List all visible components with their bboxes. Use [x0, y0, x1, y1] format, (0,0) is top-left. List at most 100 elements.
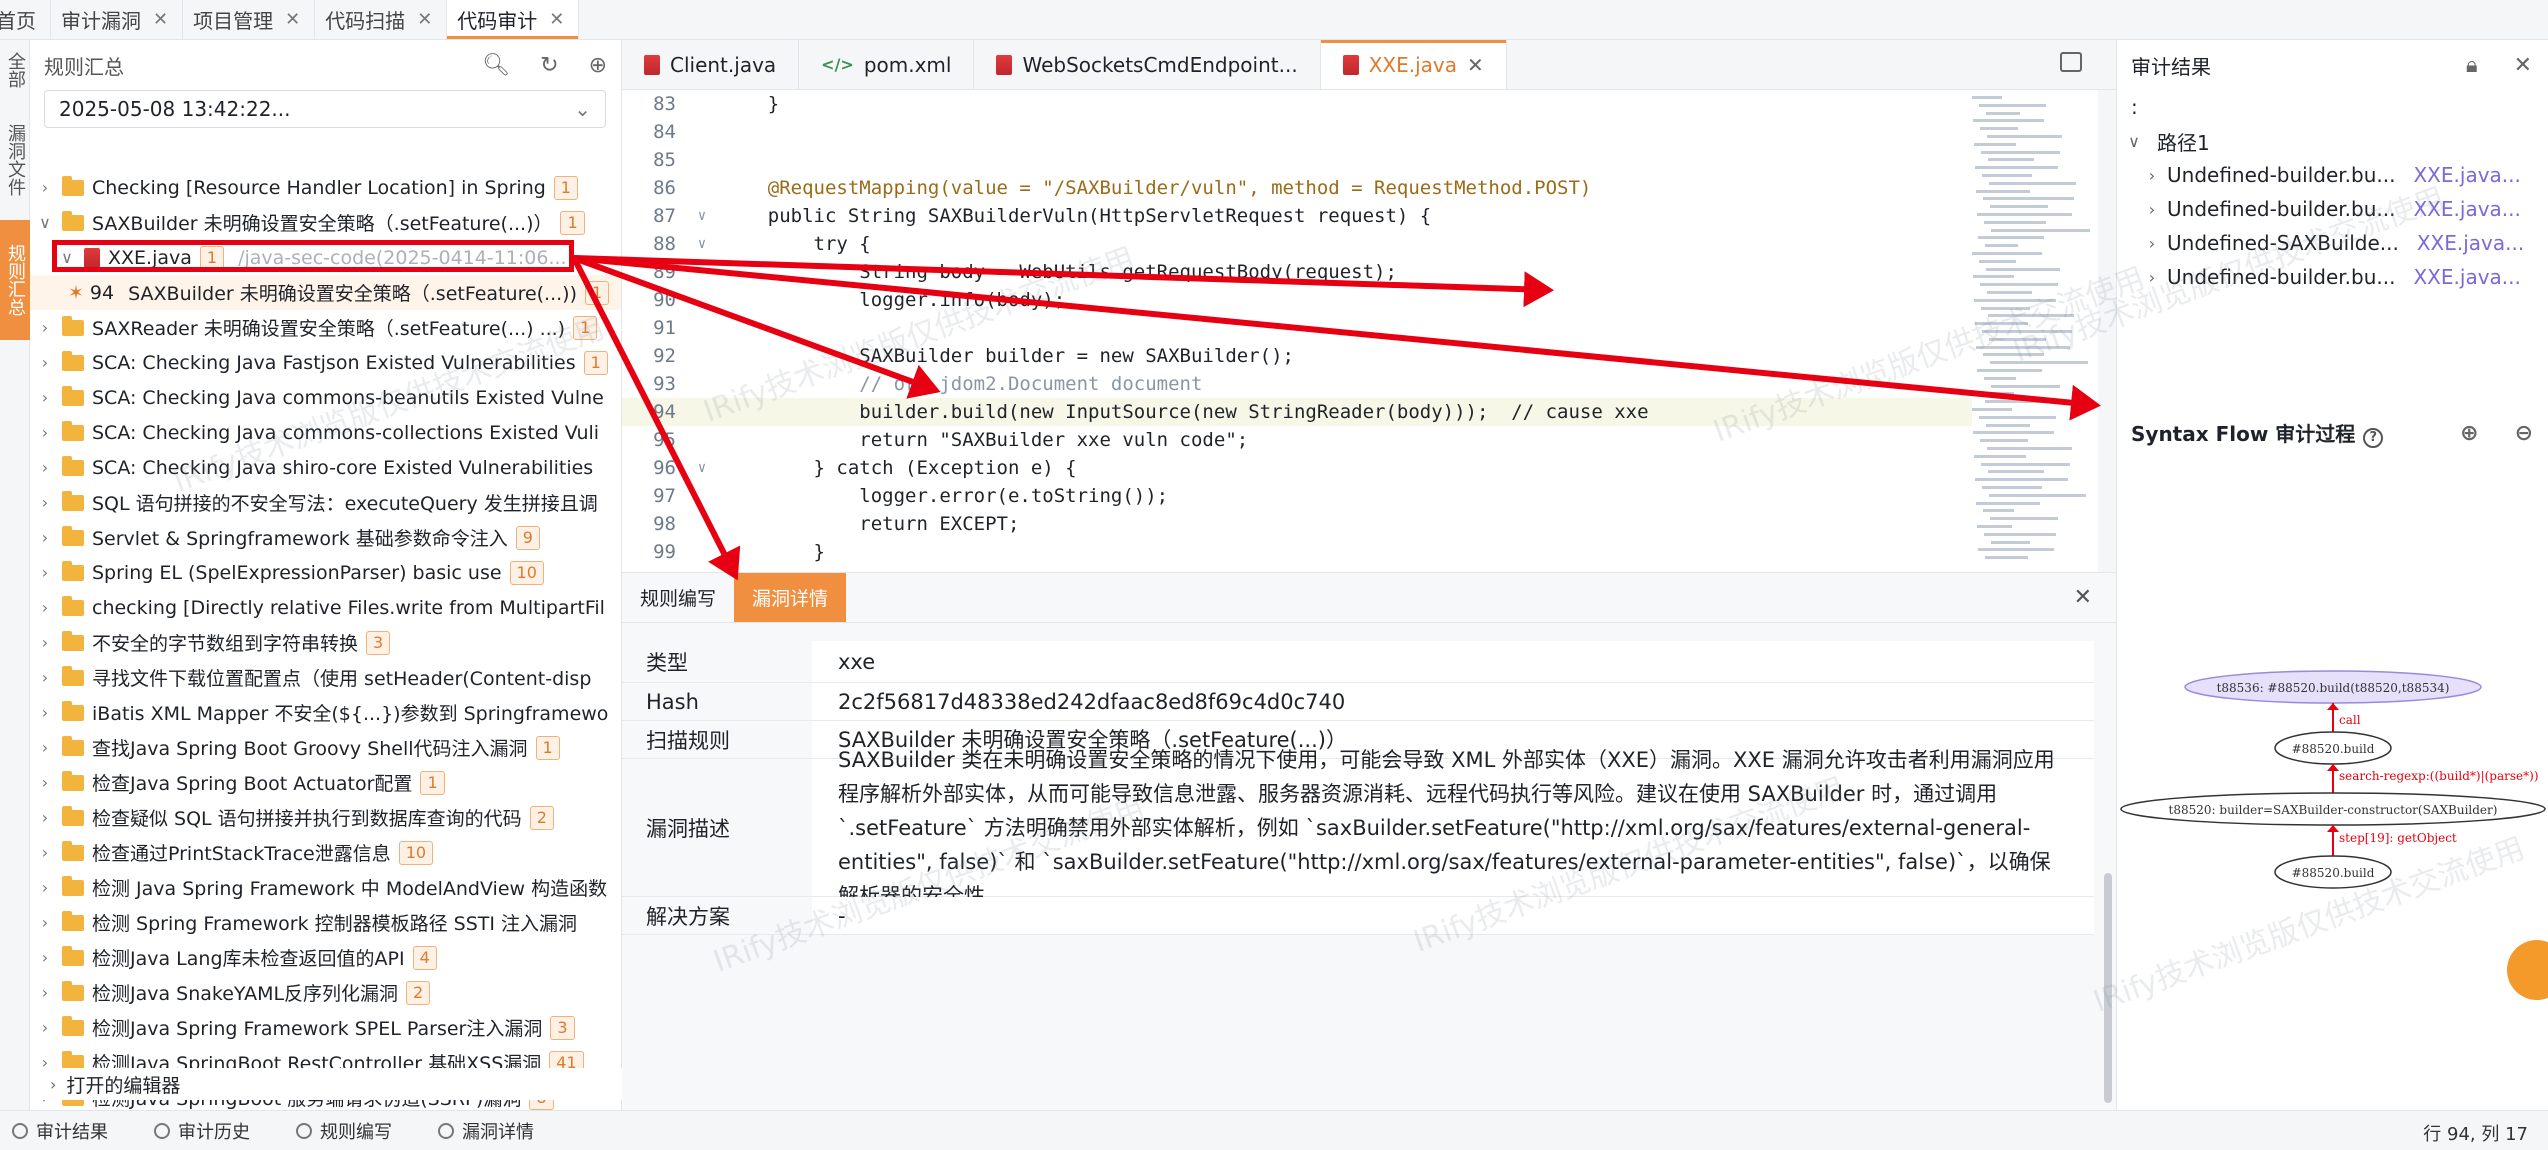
close-icon[interactable]: ✕	[1467, 53, 1484, 77]
tree-item[interactable]: › 检查疑似 SQL 语句拼接并执行到数据库查询的代码 2	[30, 800, 621, 835]
tree-item[interactable]: › SCA: Checking Java shiro-core Existed V…	[30, 450, 621, 485]
zoom-out-icon[interactable]: ⊖	[2515, 421, 2533, 446]
tree-item[interactable]: › 检查通过PrintStackTrace泄露信息 10	[30, 835, 621, 870]
result-item[interactable]: › Undefined-SAXBuilde... XXE.java...	[2117, 226, 2548, 260]
editor-tab[interactable]: </> pom.xml	[799, 40, 975, 89]
tree-item[interactable]: › Checking [Resource Handler Location] in…	[30, 170, 621, 205]
vulnerability-detail-panel: 规则编写 漏洞详情 ✕ 类型 xxe Hash 2c2f56817d48338ed24…	[622, 572, 2116, 1110]
code-editor[interactable]: 83 } 84 85 86 @RequestMapping(value = "/SAX…	[622, 90, 2116, 572]
minimap-line	[1977, 525, 2012, 528]
result-item[interactable]: › Undefined-builder.bu... XXE.java...	[2117, 260, 2548, 294]
status-item[interactable]: 规则编写	[296, 1118, 392, 1144]
top-tab[interactable]: 审计漏洞 ✕	[51, 0, 184, 39]
editor-tab[interactable]: Client.java	[622, 40, 800, 89]
count-badge: 1	[573, 315, 598, 340]
top-tab[interactable]: 代码审计 ✕	[447, 0, 580, 39]
tree-item[interactable]: › Servlet & Springframework 基础参数命令注入 9	[30, 520, 621, 555]
line-number: 94	[89, 281, 115, 304]
tree-item-label: SAXBuilder 未明确设置安全策略（.setFeature(...)）	[92, 213, 553, 235]
tree-item[interactable]: › SQL 语句拼接的不安全写法：executeQuery 发生拼接且调	[30, 485, 621, 520]
line-number: 99	[653, 541, 676, 563]
result-file-link[interactable]: XXE.java...	[2413, 265, 2520, 289]
side-tab-all[interactable]: 全部	[0, 40, 30, 100]
tree-item[interactable]: › SAXReader 未明确设置安全策略（.setFeature(...) ..…	[30, 310, 621, 345]
close-icon[interactable]: ✕	[2074, 585, 2092, 610]
close-icon[interactable]: ✕	[549, 9, 564, 30]
side-tab-vuln-files[interactable]: 漏洞文件	[0, 100, 30, 220]
tree-item[interactable]: › SCA: Checking Java commons-collections …	[30, 415, 621, 450]
close-icon[interactable]: ✕	[153, 9, 168, 30]
fold-icon[interactable]: ∨	[682, 208, 722, 224]
split-panel-icon[interactable]	[2060, 52, 2082, 72]
syntax-flow-graph[interactable]: t88536: #88520.build(t88520,t88534) call…	[2117, 660, 2548, 940]
folder-icon	[62, 840, 84, 861]
path-node[interactable]: ∨ 路径1	[2117, 124, 2548, 158]
tree-item[interactable]: › 检测Java SnakeYAML反序列化漏洞 2	[30, 975, 621, 1010]
tree-item-label: checking [Directly relative Files.write …	[92, 596, 605, 619]
close-icon[interactable]: ✕	[285, 9, 300, 30]
result-file-link[interactable]: XXE.java...	[2413, 163, 2520, 187]
panel-title: 规则汇总	[44, 54, 124, 79]
scan-time-select[interactable]: 2025-05-08 13:42:22... ⌄	[44, 90, 606, 128]
result-item[interactable]: › Undefined-builder.bu... XXE.java...	[2117, 158, 2548, 192]
tab-rule-editing[interactable]: 规则编写	[622, 573, 734, 622]
tree-item[interactable]: › 寻找文件下载位置配置点（使用 setHeader(Content-disp	[30, 660, 621, 695]
tree-item[interactable]: › Spring EL (SpelExpressionParser) basic …	[30, 555, 621, 590]
top-tab[interactable]: 首页	[0, 0, 51, 39]
minimap-line	[1982, 486, 2042, 489]
tree-item-label: 检查通过PrintStackTrace泄露信息	[92, 843, 391, 865]
status-item[interactable]: 漏洞详情	[438, 1118, 534, 1144]
chevron-right-icon: ›	[41, 773, 49, 792]
tree-item-selected[interactable]: ✶ 94 SAXBuilder 未明确设置安全策略（.setFeature(...)…	[30, 275, 621, 310]
tree-item[interactable]: › 检查Java Spring Boot Actuator配置 1	[30, 765, 621, 800]
close-icon[interactable]: ✕	[417, 9, 432, 30]
tree-item[interactable]: › 检测Java Lang库未检查返回值的API 4	[30, 940, 621, 975]
tree-item[interactable]: › 不安全的字节数组到字符串转换 3	[30, 625, 621, 660]
zoom-in-icon[interactable]: ⊕	[2460, 421, 2478, 446]
top-tab[interactable]: 代码扫描 ✕	[315, 0, 448, 39]
status-item[interactable]: 审计历史	[154, 1118, 250, 1144]
close-icon[interactable]: ✕	[2514, 53, 2532, 78]
detail-row: Hash 2c2f56817d48338ed242dfaac8ed8f69c4d0…	[622, 683, 2094, 721]
status-item[interactable]: 审计结果	[12, 1118, 108, 1144]
result-item[interactable]: › Undefined-builder.bu... XXE.java...	[2117, 192, 2548, 226]
graph-edge-label: search-regexp:((build*)|(parse*))	[2339, 769, 2539, 783]
fold-icon[interactable]: ∨	[682, 460, 722, 476]
code-text: builder.build(new InputSource(new String…	[722, 401, 1649, 423]
search-icon[interactable]: 🔍︎	[482, 53, 510, 78]
fold-icon[interactable]: ∨	[682, 236, 722, 252]
chevron-right-icon: ›	[41, 458, 49, 477]
lock-icon[interactable]: 🔒︎	[2466, 53, 2478, 78]
code-minimap[interactable]	[1972, 90, 2092, 572]
tree-item[interactable]: › SCA: Checking Java commons-beanutils Ex…	[30, 380, 621, 415]
chevron-right-icon: ›	[41, 808, 49, 827]
tree-item[interactable]: › 查找Java Spring Boot Groovy Shell代码注入漏洞 1	[30, 730, 621, 765]
tree-item[interactable]: › 检测 Spring Framework 控制器模板路径 SSTI 注入漏洞	[30, 905, 621, 940]
result-file-link[interactable]: XXE.java...	[2413, 197, 2520, 221]
top-tab[interactable]: 项目管理 ✕	[183, 0, 316, 39]
tree-item[interactable]: › checking [Directly relative Files.write…	[30, 590, 621, 625]
top-tab-bar: 首页 审计漏洞 ✕ 项目管理 ✕ 代码扫描 ✕ 代码审计 ✕	[0, 0, 2548, 40]
minimap-line	[1973, 275, 2014, 279]
result-file-link[interactable]: XXE.java...	[2417, 231, 2524, 255]
tree-item[interactable]: › iBatis XML Mapper 不安全(${...})参数到 Spring…	[30, 695, 621, 730]
detail-scrollbar[interactable]	[2104, 873, 2112, 1103]
tab-vuln-details[interactable]: 漏洞详情	[734, 573, 847, 622]
tree-item-label: 检测 Java Spring Framework 中 ModelAndView …	[92, 878, 608, 900]
open-editors-section[interactable]: › 打开的编辑器	[30, 1068, 622, 1100]
editor-tab[interactable]: XXE.java ✕	[1320, 40, 1507, 89]
tree-item[interactable]: › 检测 Java Spring Framework 中 ModelAndView…	[30, 870, 621, 905]
chevron-right-icon: ›	[41, 598, 49, 617]
editor-scrollbar[interactable]	[2098, 90, 2116, 572]
tree-item[interactable]: › 检测Java Spring Framework SPEL Parser注入漏洞…	[30, 1010, 621, 1045]
code-text: return "SAXBuilder xxe vuln code";	[722, 429, 1249, 451]
refresh-icon[interactable]: ↻	[540, 53, 558, 78]
side-tab-rule-summary[interactable]: 规则汇总	[0, 220, 30, 340]
result-name: Undefined-SAXBuilde...	[2167, 231, 2399, 255]
editor-tab[interactable]: WebSocketsCmdEndpoint...	[974, 40, 1321, 89]
count-badge: 3	[366, 630, 391, 655]
help-icon[interactable]: ?	[2363, 428, 2384, 448]
tree-item[interactable]: › SCA: Checking Java Fastjson Existed Vul…	[30, 345, 621, 380]
add-circle-icon[interactable]: ⊕	[589, 53, 607, 78]
tree-item[interactable]: ∨ SAXBuilder 未明确设置安全策略（.setFeature(...)） 1	[30, 205, 621, 240]
